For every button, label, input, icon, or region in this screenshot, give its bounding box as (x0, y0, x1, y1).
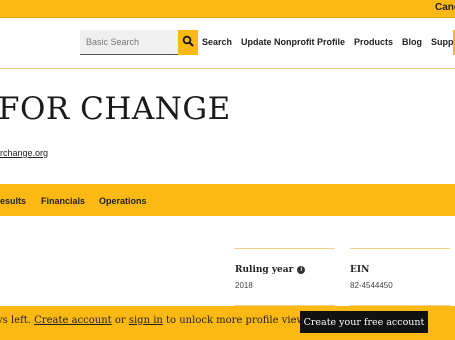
create-account-link[interactable]: Create account (34, 315, 112, 326)
banner-prefix: vs left. (0, 315, 35, 326)
nav-item-products[interactable]: Products (354, 37, 393, 47)
ein-label-text: EIN (350, 265, 370, 275)
nav-item-search[interactable]: Search (202, 37, 232, 47)
ein-value: 82-4544450 (350, 281, 393, 290)
tab-results[interactable]: esults (0, 196, 26, 206)
nav-item-blog[interactable]: Blog (402, 37, 422, 47)
tab-financials[interactable]: Financials (41, 196, 85, 206)
header-divider (0, 68, 455, 69)
search-button[interactable] (178, 30, 198, 55)
profile-tab-bar: esults Financials Operations (0, 184, 455, 216)
ruling-year-label-text: Ruling year (235, 265, 294, 275)
org-website-link[interactable]: rchange.org (0, 148, 48, 158)
banner-message: vs left. Create account or sign in to un… (0, 315, 313, 326)
info-divider-ruling-year (234, 248, 335, 249)
info-divider-ein (350, 248, 450, 249)
banner-suffix: to unlock more profile views. (162, 315, 314, 326)
search-icon (182, 35, 194, 50)
search-input[interactable] (80, 30, 178, 55)
ruling-year-label: Ruling year i (235, 265, 306, 275)
tab-operations[interactable]: Operations (99, 196, 147, 206)
top-bar-link[interactable]: Cand (435, 2, 455, 13)
top-divider (0, 17, 455, 18)
banner-or: or (111, 315, 129, 326)
ein-label: EIN (350, 265, 369, 275)
nav-item-update-profile[interactable]: Update Nonprofit Profile (241, 37, 345, 47)
page-title: FOR CHANGE (0, 91, 231, 127)
top-utility-bar: Cand (0, 0, 455, 17)
ruling-year-value: 2018 (235, 281, 253, 290)
create-free-account-button[interactable]: Create your free account (300, 311, 428, 333)
info-icon[interactable]: i (297, 266, 306, 274)
main-nav: Search Update Nonprofit Profile Products… (202, 37, 455, 47)
nav-item-support[interactable]: Support (431, 37, 455, 47)
sign-in-link[interactable]: sign in (129, 315, 163, 326)
